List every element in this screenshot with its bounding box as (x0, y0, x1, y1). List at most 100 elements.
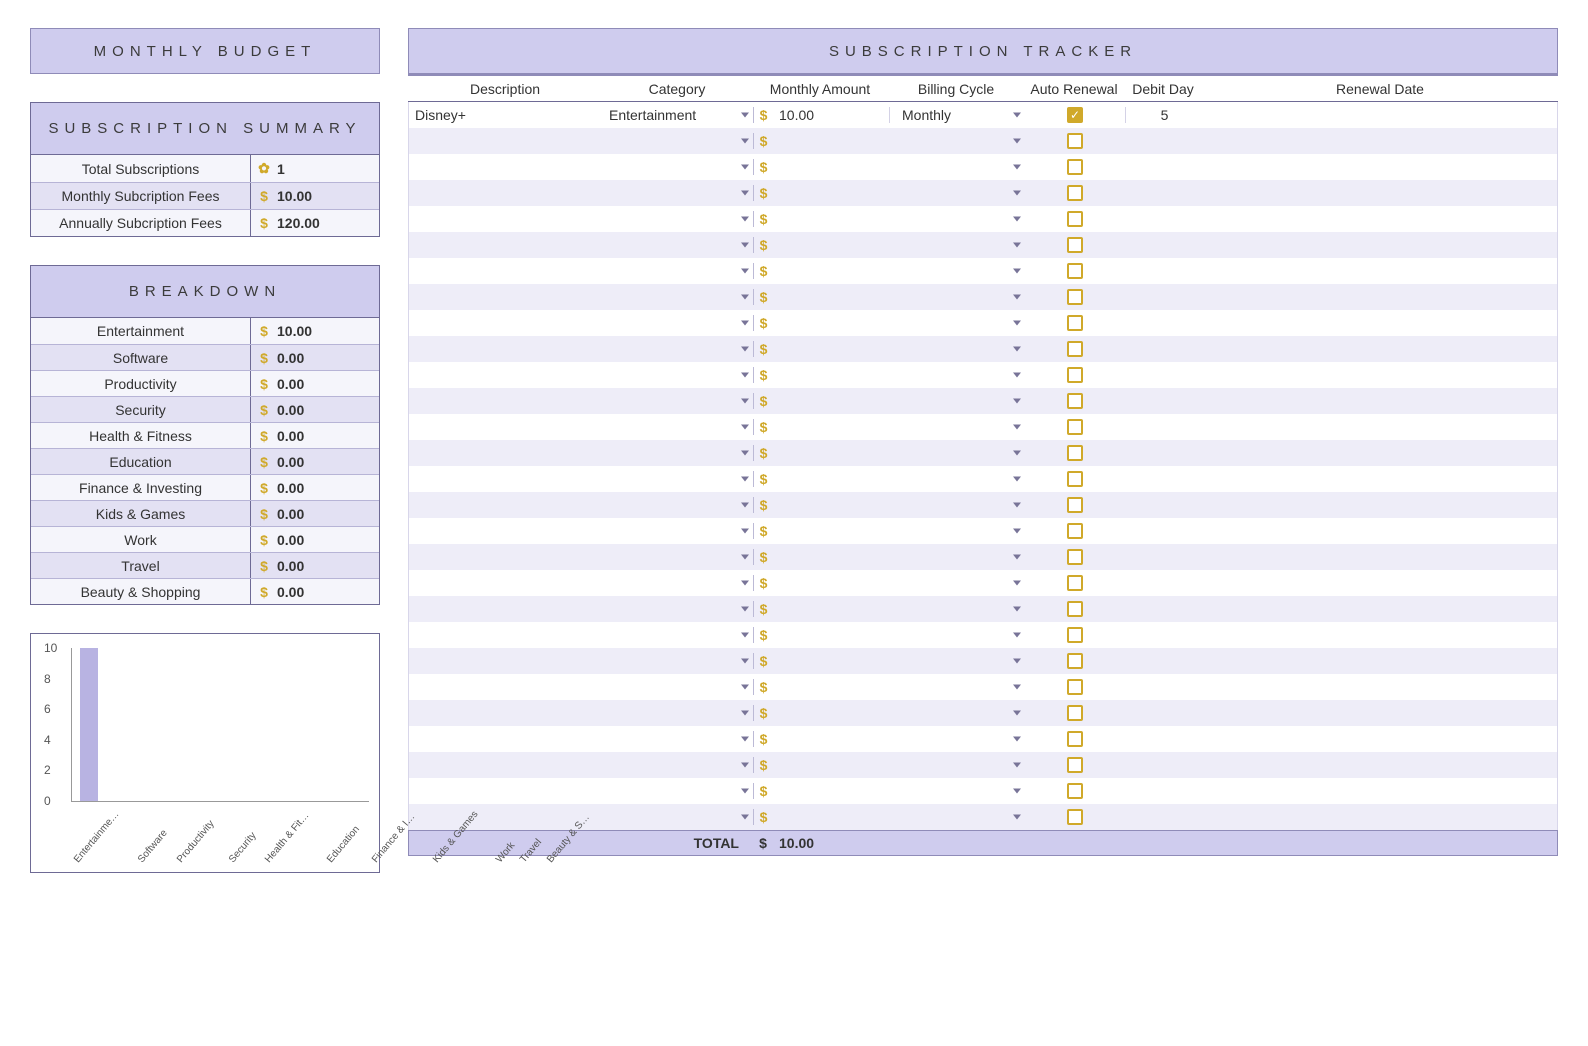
auto-renewal-checkbox[interactable] (1067, 263, 1083, 279)
auto-renewal-checkbox[interactable] (1067, 523, 1083, 539)
breakdown-panel: BREAKDOWN Entertainment$10.00Software$0.… (30, 265, 380, 605)
chevron-down-icon (741, 295, 749, 300)
breakdown-value: $10.00 (251, 318, 379, 344)
chevron-down-icon (1013, 685, 1021, 690)
currency-icon: $ (753, 679, 773, 695)
auto-renewal-checkbox[interactable] (1067, 705, 1083, 721)
chevron-down-icon (741, 113, 749, 118)
auto-renewal-checkbox[interactable] (1067, 575, 1083, 591)
auto-renewal-checkbox[interactable] (1067, 471, 1083, 487)
auto-renewal-checkbox[interactable] (1067, 341, 1083, 357)
chevron-down-icon (1013, 191, 1021, 196)
currency-icon: $ (753, 211, 773, 227)
chevron-down-icon (1013, 789, 1021, 794)
auto-renewal-checkbox[interactable] (1067, 367, 1083, 383)
summary-row: Monthly Subcription Fees$10.00 (31, 182, 379, 209)
breakdown-row: Kids & Games$0.00 (31, 500, 379, 526)
cell-auto-renewal (1025, 211, 1125, 227)
chevron-down-icon (1013, 243, 1021, 248)
tracker-title: SUBSCRIPTION TRACKER (408, 28, 1558, 74)
auto-renewal-checkbox[interactable] (1067, 315, 1083, 331)
cell-auto-renewal (1025, 653, 1125, 669)
chevron-down-icon (741, 451, 749, 456)
cell-auto-renewal (1025, 367, 1125, 383)
auto-renewal-checkbox[interactable] (1067, 185, 1083, 201)
chevron-down-icon (741, 243, 749, 248)
auto-renewal-checkbox[interactable] (1067, 289, 1083, 305)
breakdown-label: Software (31, 345, 251, 370)
auto-renewal-checkbox[interactable] (1067, 419, 1083, 435)
cell-auto-renewal (1025, 627, 1125, 643)
currency-icon: $ (753, 783, 773, 799)
header-debit-day: Debit Day (1124, 81, 1202, 97)
summary-label: Annually Subcription Fees (31, 210, 251, 236)
auto-renewal-checkbox[interactable] (1067, 679, 1083, 695)
auto-renewal-checkbox[interactable] (1067, 237, 1083, 253)
chevron-down-icon (1013, 815, 1021, 820)
auto-renewal-checkbox[interactable] (1067, 445, 1083, 461)
chevron-down-icon (741, 789, 749, 794)
chevron-down-icon (741, 399, 749, 404)
cell-auto-renewal (1025, 809, 1125, 825)
cell-debit-day[interactable]: 5 (1125, 107, 1203, 123)
chevron-down-icon (741, 503, 749, 508)
breakdown-value: $0.00 (251, 397, 379, 422)
breakdown-label: Travel (31, 553, 251, 578)
auto-renewal-checkbox[interactable]: ✓ (1067, 107, 1083, 123)
tracker-row: $ (408, 518, 1558, 544)
cell-auto-renewal (1025, 757, 1125, 773)
cell-description[interactable]: Disney+ (409, 107, 603, 123)
auto-renewal-checkbox[interactable] (1067, 211, 1083, 227)
tracker-row: Disney+Entertainment$10.00Monthly✓5 (408, 102, 1558, 128)
auto-renewal-checkbox[interactable] (1067, 627, 1083, 643)
tracker-row: $ (408, 466, 1558, 492)
auto-renewal-checkbox[interactable] (1067, 757, 1083, 773)
tracker-row: $ (408, 414, 1558, 440)
auto-renewal-checkbox[interactable] (1067, 653, 1083, 669)
breakdown-label: Productivity (31, 371, 251, 396)
summary-label: Monthly Subcription Fees (31, 183, 251, 209)
chevron-down-icon (741, 269, 749, 274)
auto-renewal-checkbox[interactable] (1067, 731, 1083, 747)
auto-renewal-checkbox[interactable] (1067, 393, 1083, 409)
breakdown-value: $0.00 (251, 527, 379, 552)
currency-icon: $ (753, 445, 773, 461)
chevron-down-icon (741, 165, 749, 170)
breakdown-label: Finance & Investing (31, 475, 251, 500)
chevron-down-icon (1013, 217, 1021, 222)
breakdown-row: Work$0.00 (31, 526, 379, 552)
currency-icon: $ (257, 188, 271, 204)
auto-renewal-checkbox[interactable] (1067, 549, 1083, 565)
tracker-row: $ (408, 570, 1558, 596)
tracker-row: $ (408, 362, 1558, 388)
auto-renewal-checkbox[interactable] (1067, 601, 1083, 617)
currency-icon: $ (753, 419, 773, 435)
cell-billing-cycle-dropdown[interactable]: Monthly (889, 107, 1025, 123)
cell-auto-renewal (1025, 601, 1125, 617)
cell-auto-renewal (1025, 783, 1125, 799)
currency-icon: $ (753, 705, 773, 721)
currency-icon: $ (753, 341, 773, 357)
cell-monthly-amount[interactable]: 10.00 (773, 107, 889, 123)
cell-category-dropdown[interactable]: Entertainment (603, 107, 753, 123)
auto-renewal-checkbox[interactable] (1067, 809, 1083, 825)
currency-icon: $ (257, 376, 271, 392)
tracker-header-row: Description Category Monthly Amount Bill… (408, 74, 1558, 102)
currency-icon: $ (257, 558, 271, 574)
auto-renewal-checkbox[interactable] (1067, 133, 1083, 149)
total-currency: $ (753, 835, 773, 851)
chevron-down-icon (1013, 477, 1021, 482)
tracker-row: $ (408, 128, 1558, 154)
chevron-down-icon (1013, 737, 1021, 742)
auto-renewal-checkbox[interactable] (1067, 497, 1083, 513)
auto-renewal-checkbox[interactable] (1067, 159, 1083, 175)
auto-renewal-checkbox[interactable] (1067, 783, 1083, 799)
chevron-down-icon (1013, 165, 1021, 170)
currency-icon: $ (753, 237, 773, 253)
chevron-down-icon (741, 191, 749, 196)
header-category: Category (602, 81, 752, 97)
currency-icon: $ (753, 393, 773, 409)
currency-icon: $ (257, 584, 271, 600)
currency-icon: $ (257, 323, 271, 339)
chevron-down-icon (1013, 399, 1021, 404)
